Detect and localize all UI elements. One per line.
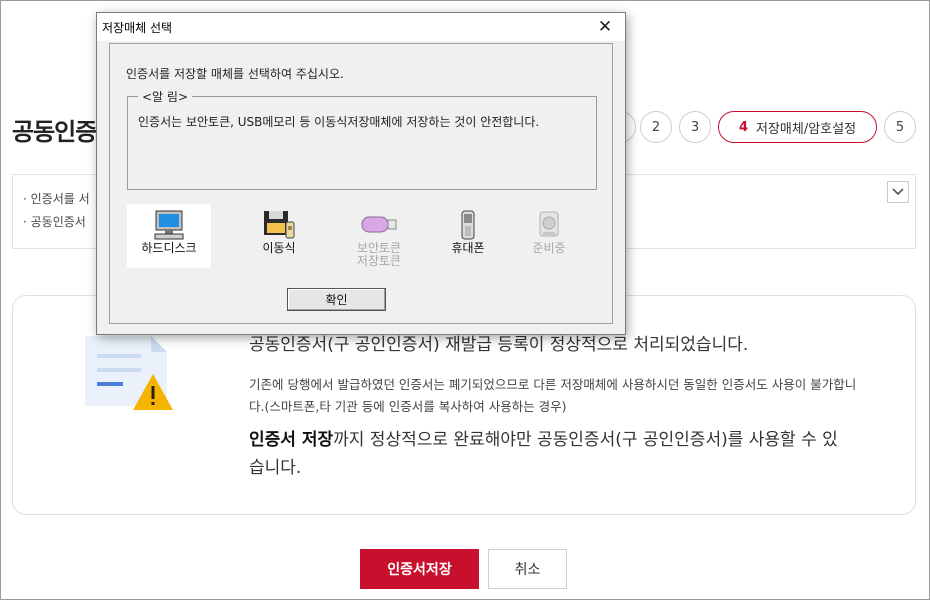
device-preparing[interactable]: 준비중: [507, 204, 591, 268]
security-token-icon: [361, 216, 397, 233]
dialog-prompt: 인증서를 저장할 매체를 선택하여 주십시오.: [126, 67, 344, 81]
step-4-label: 저장매체/암호설정: [755, 121, 857, 137]
step-5: 5: [884, 111, 916, 143]
document-warning-icon: [85, 336, 173, 410]
save-certificate-button[interactable]: 인증서저장: [360, 549, 479, 589]
alert-text: 인증서는 보안토큰, USB메모리 등 이동식저장매체에 저장하는 것이 안전합…: [138, 115, 540, 129]
save-instruction-rest: 까지 정상적으로 완료해야만 공동인증서(구 공인인증서)를 사용할 수 있습니…: [249, 430, 838, 478]
save-instruction: 인증서 저장까지 정상적으로 완료해야만 공동인증서(구 공인인증서)를 사용할…: [249, 426, 849, 482]
step-4-active: 4 저장매체/암호설정: [718, 111, 877, 143]
close-icon[interactable]: ✕: [591, 15, 619, 39]
chevron-down-icon: [892, 188, 904, 196]
device-label: 휴대폰: [451, 241, 485, 255]
monitor-icon: [154, 210, 184, 240]
step-4-number: 4: [738, 119, 748, 135]
floppy-disk-icon: [264, 211, 295, 239]
device-removable[interactable]: 이동식: [237, 204, 321, 268]
result-subtext: 기존에 당행에서 발급하였던 인증서는 폐기되었으므로 다른 저장매체에 사용하…: [249, 377, 857, 414]
device-label: 이동식: [262, 241, 296, 255]
storage-select-dialog: 저장매체 선택 ✕ 인증서를 저장할 매체를 선택하여 주십시오. <알 림> …: [96, 12, 626, 335]
preparing-icon: [539, 211, 559, 237]
device-label: 보안토큰 저장토큰: [356, 241, 402, 268]
notice-item-2: · 공동인증서: [23, 215, 86, 229]
device-harddisk[interactable]: 하드디스크: [127, 204, 211, 268]
device-security-token[interactable]: 보안토큰 저장토큰: [337, 204, 421, 268]
dialog-title: 저장매체 선택: [102, 21, 173, 35]
dialog-ok-button[interactable]: 확인: [287, 288, 386, 311]
collapse-toggle-button[interactable]: [887, 181, 909, 203]
mobile-phone-icon: [461, 210, 475, 240]
step-3: 3: [679, 111, 711, 143]
dialog-body: 인증서를 저장할 매체를 선택하여 주십시오. <알 림> 인증서는 보안토큰,…: [109, 43, 613, 324]
save-instruction-emphasis: 인증서 저장: [249, 430, 334, 450]
device-label: 하드디스크: [141, 241, 197, 255]
device-mobile-phone[interactable]: 휴대폰: [426, 204, 510, 268]
step-2: 2: [640, 111, 672, 143]
alert-group: <알 림> 인증서는 보안토큰, USB메모리 등 이동식저장매체에 저장하는 …: [127, 88, 597, 190]
page-title: 공동인증: [12, 118, 97, 146]
cancel-button[interactable]: 취소: [488, 549, 567, 589]
notice-item-1: · 인증서를 서: [23, 192, 90, 206]
alert-legend: <알 림>: [138, 88, 193, 105]
dialog-titlebar[interactable]: 저장매체 선택 ✕: [97, 13, 625, 41]
device-label: 준비중: [532, 241, 566, 255]
